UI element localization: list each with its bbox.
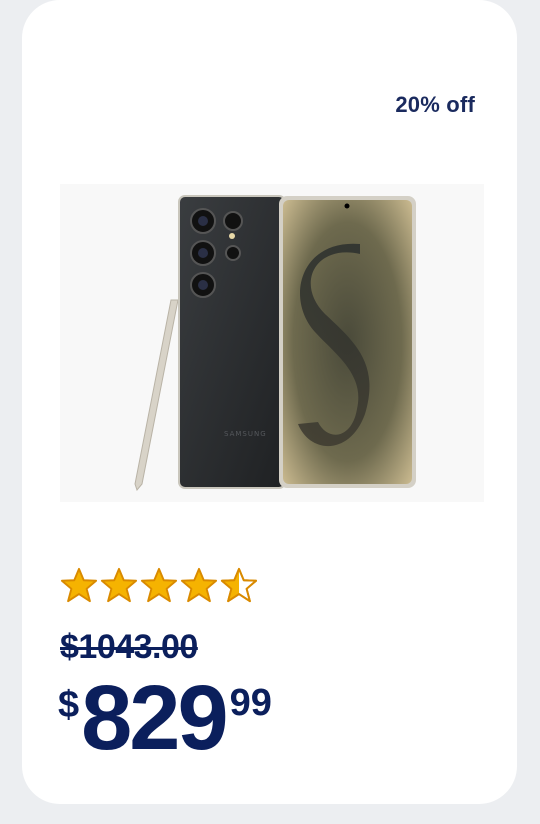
original-price: $1043.00 xyxy=(60,628,198,666)
star-full-icon xyxy=(100,567,138,603)
star-full-icon xyxy=(180,567,218,603)
price-cents: 99 xyxy=(229,682,272,724)
discount-badge: 20% off xyxy=(395,92,475,117)
brand-mark: SAMSUNG xyxy=(224,430,267,438)
price-dollars: 829 xyxy=(81,667,228,769)
product-card[interactable]: 20% off SAMSUNG $1043.00 $ 829 99 xyxy=(22,0,517,804)
sale-price: $ 829 99 xyxy=(58,672,272,764)
star-full-icon xyxy=(60,567,98,603)
stylus xyxy=(134,299,179,492)
star-rating[interactable] xyxy=(60,565,258,605)
price-currency: $ xyxy=(58,684,80,726)
phone-front xyxy=(279,196,416,488)
product-image[interactable]: SAMSUNG xyxy=(60,184,484,502)
star-half-icon xyxy=(220,567,258,603)
phone-back: SAMSUNG xyxy=(178,195,286,489)
star-full-icon xyxy=(140,567,178,603)
